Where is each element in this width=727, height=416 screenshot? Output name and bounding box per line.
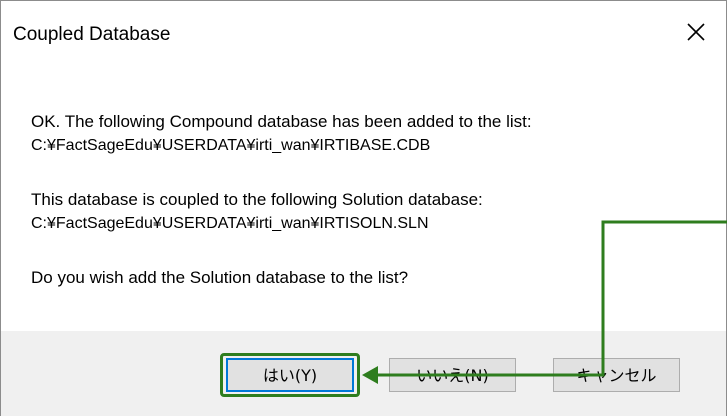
coupled-database-dialog: Coupled Database OK. The following Compo… (0, 0, 727, 416)
close-icon (687, 23, 705, 41)
no-button[interactable]: いいえ(N) (389, 358, 516, 392)
title-bar[interactable]: Coupled Database (1, 1, 726, 63)
dialog-title: Coupled Database (13, 24, 171, 45)
compound-database-path: C:¥FactSageEdu¥USERDATA¥irti_wan¥IRTIBAS… (31, 137, 431, 154)
message-coupled-text: This database is coupled to the followin… (31, 190, 483, 209)
solution-database-path: C:¥FactSageEdu¥USERDATA¥irti_wan¥IRTISOL… (31, 215, 429, 232)
close-button[interactable] (666, 9, 726, 55)
cancel-button[interactable]: キャンセル (553, 358, 680, 392)
question-text: Do you wish add the Solution database to… (31, 268, 409, 287)
yes-button[interactable]: はい(Y) (226, 358, 354, 392)
message-added-text: OK. The following Compound database has … (31, 112, 532, 131)
dialog-content: OK. The following Compound database has … (1, 63, 726, 331)
